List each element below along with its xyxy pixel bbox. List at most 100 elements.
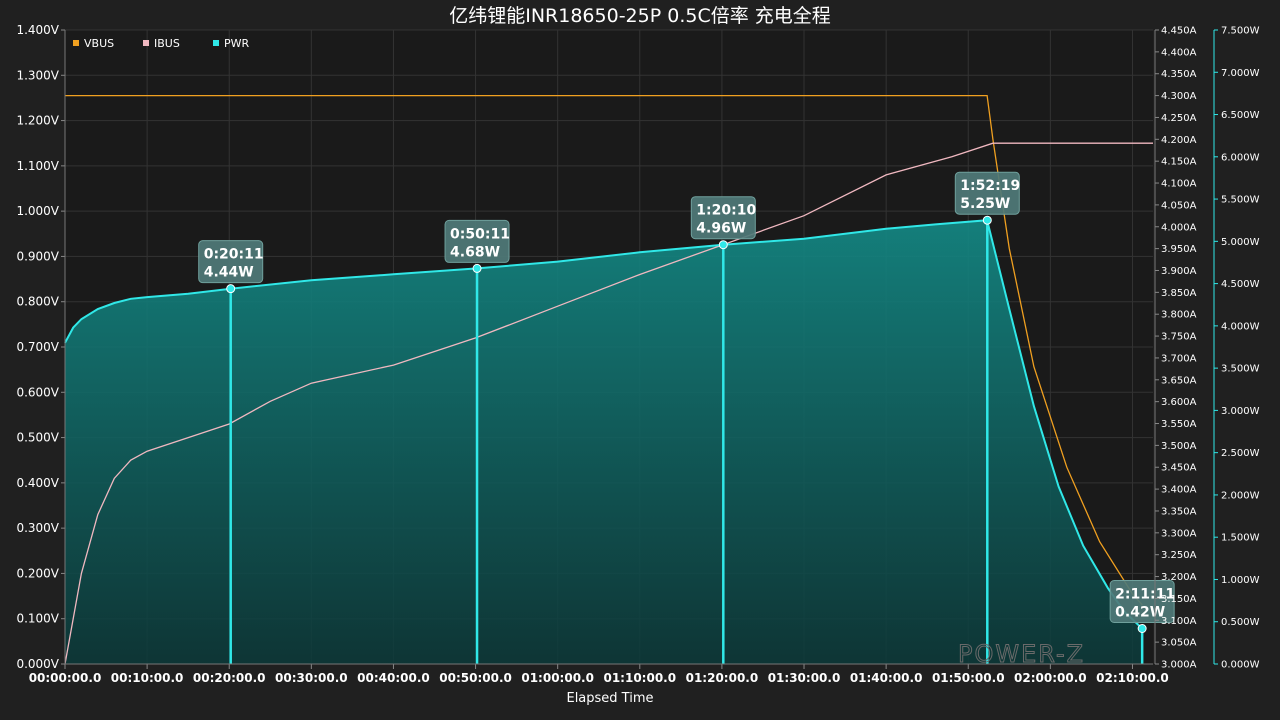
y-right2-tick-label: 6.000W bbox=[1221, 152, 1260, 163]
y-right1-tick-label: 4.250A bbox=[1161, 113, 1197, 124]
x-tick-label: 01:30:00.0 bbox=[768, 671, 841, 685]
y-right1-tick-label: 3.400A bbox=[1161, 485, 1197, 496]
y-right1-tick-label: 3.800A bbox=[1161, 310, 1197, 321]
marker-dot bbox=[982, 215, 992, 225]
marker-dot bbox=[226, 284, 236, 294]
y-right2-tick-label: 2.500W bbox=[1221, 448, 1260, 459]
y-right2-tick-label: 4.500W bbox=[1221, 279, 1260, 290]
legend-label-vbus: VBUS bbox=[84, 37, 114, 50]
x-tick-label: 01:20:00.0 bbox=[686, 671, 759, 685]
marker-value-label: 4.96W bbox=[696, 221, 746, 237]
y-right2-tick-label: 7.000W bbox=[1221, 68, 1260, 79]
y-right1-tick-label: 3.850A bbox=[1161, 288, 1197, 299]
y-right1-tick-label: 3.700A bbox=[1161, 353, 1197, 364]
chart: 0:20:11 4.44W 0:50:11 4.68W 1:20:10 4.96W 1:52… bbox=[16, 5, 1260, 706]
y-right1-tick-label: 4.150A bbox=[1161, 157, 1197, 168]
y-right1-tick-label: 3.600A bbox=[1161, 397, 1197, 408]
y-right2-tick-label: 1.000W bbox=[1221, 575, 1260, 586]
y-right1-tick-label: 4.400A bbox=[1161, 47, 1197, 58]
y-right2-tick-label: 3.500W bbox=[1221, 364, 1260, 375]
legend-label-pwr: PWR bbox=[224, 37, 250, 50]
y-right1-tick-label: 4.450A bbox=[1161, 26, 1197, 37]
x-tick-label: 00:40:00.0 bbox=[357, 671, 430, 685]
y-left-tick-label: 0.800V bbox=[16, 295, 59, 309]
x-tick-label: 01:10:00.0 bbox=[603, 671, 676, 685]
watermark: POWER-Z bbox=[958, 640, 1085, 668]
y-right2-tick-label: 5.000W bbox=[1221, 237, 1260, 248]
marker-value-label: 4.68W bbox=[450, 244, 500, 260]
y-left-tick-label: 1.300V bbox=[16, 68, 59, 82]
y-right1-tick-label: 4.200A bbox=[1161, 135, 1197, 146]
legend-swatch-vbus bbox=[73, 40, 79, 46]
y-right1-tick-label: 3.100A bbox=[1161, 616, 1197, 627]
y-left-tick-label: 1.000V bbox=[16, 204, 59, 218]
y-left-tick-label: 0.000V bbox=[16, 657, 59, 671]
y-right1-tick-label: 4.300A bbox=[1161, 91, 1197, 102]
y-right1-tick-label: 3.900A bbox=[1161, 266, 1197, 277]
y-left-tick-label: 1.200V bbox=[16, 114, 59, 128]
y-right1-tick-label: 3.250A bbox=[1161, 550, 1197, 561]
y-right2-tick-label: 0.500W bbox=[1221, 617, 1260, 628]
y-left-tick-label: 0.700V bbox=[16, 340, 59, 354]
y-left-tick-label: 0.400V bbox=[16, 476, 59, 490]
y-right2-tick-label: 0.000W bbox=[1221, 660, 1260, 671]
y-right1-tick-label: 3.050A bbox=[1161, 638, 1197, 649]
y-right1-tick-label: 3.200A bbox=[1161, 572, 1197, 583]
marker-value-label: 0.42W bbox=[1115, 604, 1165, 620]
y-left-tick-label: 0.600V bbox=[16, 385, 59, 399]
y-right1-tick-label: 3.300A bbox=[1161, 528, 1197, 539]
x-tick-label: 00:30:00.0 bbox=[275, 671, 348, 685]
y-right2-tick-label: 3.000W bbox=[1221, 406, 1260, 417]
y-right2-tick-label: 2.000W bbox=[1221, 490, 1260, 501]
y-left-tick-label: 1.400V bbox=[16, 23, 59, 37]
y-right1-tick-label: 4.000A bbox=[1161, 222, 1197, 233]
marker-dot bbox=[472, 263, 482, 273]
x-tick-label: 01:40:00.0 bbox=[850, 671, 923, 685]
y-right1-tick-label: 4.100A bbox=[1161, 179, 1197, 190]
marker-dot bbox=[1137, 623, 1147, 633]
y-right2-tick-label: 6.500W bbox=[1221, 110, 1260, 121]
x-tick-label: 00:10:00.0 bbox=[111, 671, 184, 685]
y-right1-tick-label: 3.950A bbox=[1161, 244, 1197, 255]
x-tick-label: 02:00:00.0 bbox=[1014, 671, 1087, 685]
y-right1-tick-label: 3.450A bbox=[1161, 463, 1197, 474]
marker-value-label: 4.44W bbox=[204, 265, 254, 281]
legend-swatch-pwr bbox=[213, 40, 219, 46]
marker-value-label: 5.25W bbox=[960, 196, 1010, 212]
x-tick-label: 00:00:00.0 bbox=[29, 671, 102, 685]
y-right1-tick-label: 3.000A bbox=[1161, 660, 1197, 671]
x-tick-label: 01:00:00.0 bbox=[521, 671, 594, 685]
y-left-tick-label: 1.100V bbox=[16, 159, 59, 173]
marker-time-label: 1:20:10 bbox=[696, 203, 756, 219]
y-right1-tick-label: 3.650A bbox=[1161, 375, 1197, 386]
marker-time-label: 1:52:19 bbox=[960, 178, 1020, 194]
y-right1-tick-label: 3.150A bbox=[1161, 594, 1197, 605]
marker-time-label: 0:20:11 bbox=[204, 247, 264, 263]
x-tick-label: 00:50:00.0 bbox=[439, 671, 512, 685]
marker-dot bbox=[718, 240, 728, 250]
chart-title: 亿纬锂能INR18650-25P 0.5C倍率 充电全程 bbox=[449, 5, 831, 27]
marker-time-label: 0:50:11 bbox=[450, 226, 510, 242]
x-tick-label: 02:10:00.0 bbox=[1096, 671, 1169, 685]
y-right1-tick-label: 4.350A bbox=[1161, 69, 1197, 80]
legend: VBUS IBUS PWR bbox=[73, 37, 250, 50]
x-tick-label: 01:50:00.0 bbox=[932, 671, 1005, 685]
y-left-tick-label: 0.900V bbox=[16, 249, 59, 263]
y-right1-tick-label: 3.750A bbox=[1161, 332, 1197, 343]
y-right2-tick-label: 7.500W bbox=[1221, 26, 1260, 37]
y-right1-tick-label: 4.050A bbox=[1161, 200, 1197, 211]
y-left-tick-label: 0.300V bbox=[16, 521, 59, 535]
x-axis-label: Elapsed Time bbox=[566, 691, 653, 706]
y-left-tick-label: 0.500V bbox=[16, 431, 59, 445]
y-right1-tick-label: 3.350A bbox=[1161, 506, 1197, 517]
y-right1-tick-label: 3.550A bbox=[1161, 419, 1197, 430]
legend-label-ibus: IBUS bbox=[154, 37, 180, 50]
y-right2-tick-label: 5.500W bbox=[1221, 195, 1260, 206]
y-left-tick-label: 0.100V bbox=[16, 612, 59, 626]
x-tick-label: 00:20:00.0 bbox=[193, 671, 266, 685]
legend-swatch-ibus bbox=[143, 40, 149, 46]
y-right2-tick-label: 1.500W bbox=[1221, 533, 1260, 544]
y-left-tick-label: 0.200V bbox=[16, 566, 59, 580]
y-right2-tick-label: 4.000W bbox=[1221, 321, 1260, 332]
y-right1-tick-label: 3.500A bbox=[1161, 441, 1197, 452]
